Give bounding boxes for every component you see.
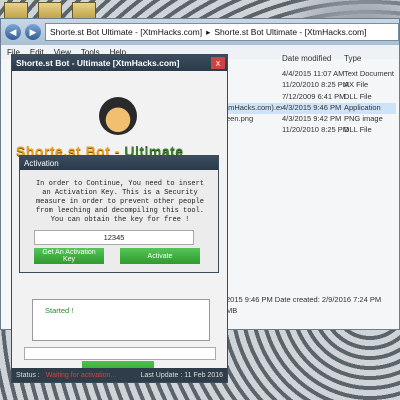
breadcrumb-item[interactable]: Shorte.st Bot Ultimate - [XtmHacks.com] [50,27,202,37]
details-size: MB [226,306,238,315]
file-row[interactable]: 11/20/2010 8:25 PM AX File [226,80,396,91]
file-name [226,69,282,80]
details-pane: 2015 9:46 PM Date created: 2/9/2016 7:24… [226,295,381,317]
status-label: Status : [16,371,40,379]
file-row[interactable]: 4/4/2015 11:07 AM Text Document [226,69,396,80]
status-bar: Status : Waiting for activation... Last … [12,368,227,382]
file-type: Application [344,102,381,112]
file-name: een.png [226,114,254,124]
back-arrow-icon[interactable]: ◀ [5,24,21,40]
file-type: Text Document [344,69,395,78]
dialog-title: Activation [20,156,218,170]
log-box: Started ! [32,299,210,341]
breadcrumb[interactable]: Shorte.st Bot Ultimate - [XtmHacks.com] … [45,23,399,41]
details-dates: 2015 9:46 PM Date created: 2/9/2016 7:24… [226,295,382,304]
status-value: Waiting for activation... [45,371,117,379]
column-headers: Date modified Type [282,54,361,63]
chevron-right-icon: ▸ [206,26,211,37]
forward-arrow-icon[interactable]: ▶ [25,24,41,40]
file-date: 11/20/2010 8:25 PM [282,125,349,135]
file-name [226,80,282,91]
ninja-mascot-icon [99,97,137,135]
file-row[interactable]: 7/12/2009 6:41 PM DLL File [226,92,396,103]
column-type[interactable]: Type [344,54,361,63]
file-type: PNG image [344,114,383,124]
activation-key-input[interactable]: 12345 [34,230,194,245]
get-activation-key-button[interactable]: Get An Activation Key [34,248,104,264]
close-icon[interactable]: x [211,57,225,69]
file-name [226,125,282,136]
explorer-address-bar: ◀ ▶ Shorte.st Bot Ultimate - [XtmHacks.c… [1,19,399,45]
file-date: 4/3/2015 9:46 PM [282,102,342,112]
file-row-selected[interactable]: tmHacks.com).exe 4/3/2015 9:46 PM Applicat… [226,102,396,115]
progress-field [24,347,216,360]
column-date-modified[interactable]: Date modified [282,54,344,63]
breadcrumb-item[interactable]: Shorte.st Bot Ultimate - [XtmHacks.com] [214,27,366,37]
file-type: DLL File [344,125,372,135]
file-name [226,92,282,103]
file-date: 4/3/2015 9:42 PM [282,114,342,124]
file-date: 4/4/2015 11:07 AM [282,69,345,78]
file-date: 11/20/2010 8:25 PM [282,80,349,90]
file-date: 7/12/2009 6:41 PM [282,91,346,101]
log-text: Started ! [45,306,74,315]
activation-dialog: Activation In order to Continue, You nee… [19,155,219,273]
file-type: DLL File [344,91,372,101]
activate-button[interactable]: Activate [120,248,200,264]
file-type: AX File [344,80,369,90]
file-name: tmHacks.com).exe [226,102,282,112]
file-list: 4/4/2015 11:07 AM Text Document 11/20/201… [226,69,396,137]
file-row[interactable]: 11/20/2010 8:25 PM DLL File [226,125,396,136]
activation-message: In order to Continue, You need to insert… [35,180,205,224]
window-title: Shorte.st Bot - Ultimate [XtmHacks.com] [12,55,227,71]
file-row[interactable]: een.png 4/3/2015 9:42 PM PNG image [226,114,396,125]
last-update: Last Update : 11 Feb 2016 [140,371,223,379]
